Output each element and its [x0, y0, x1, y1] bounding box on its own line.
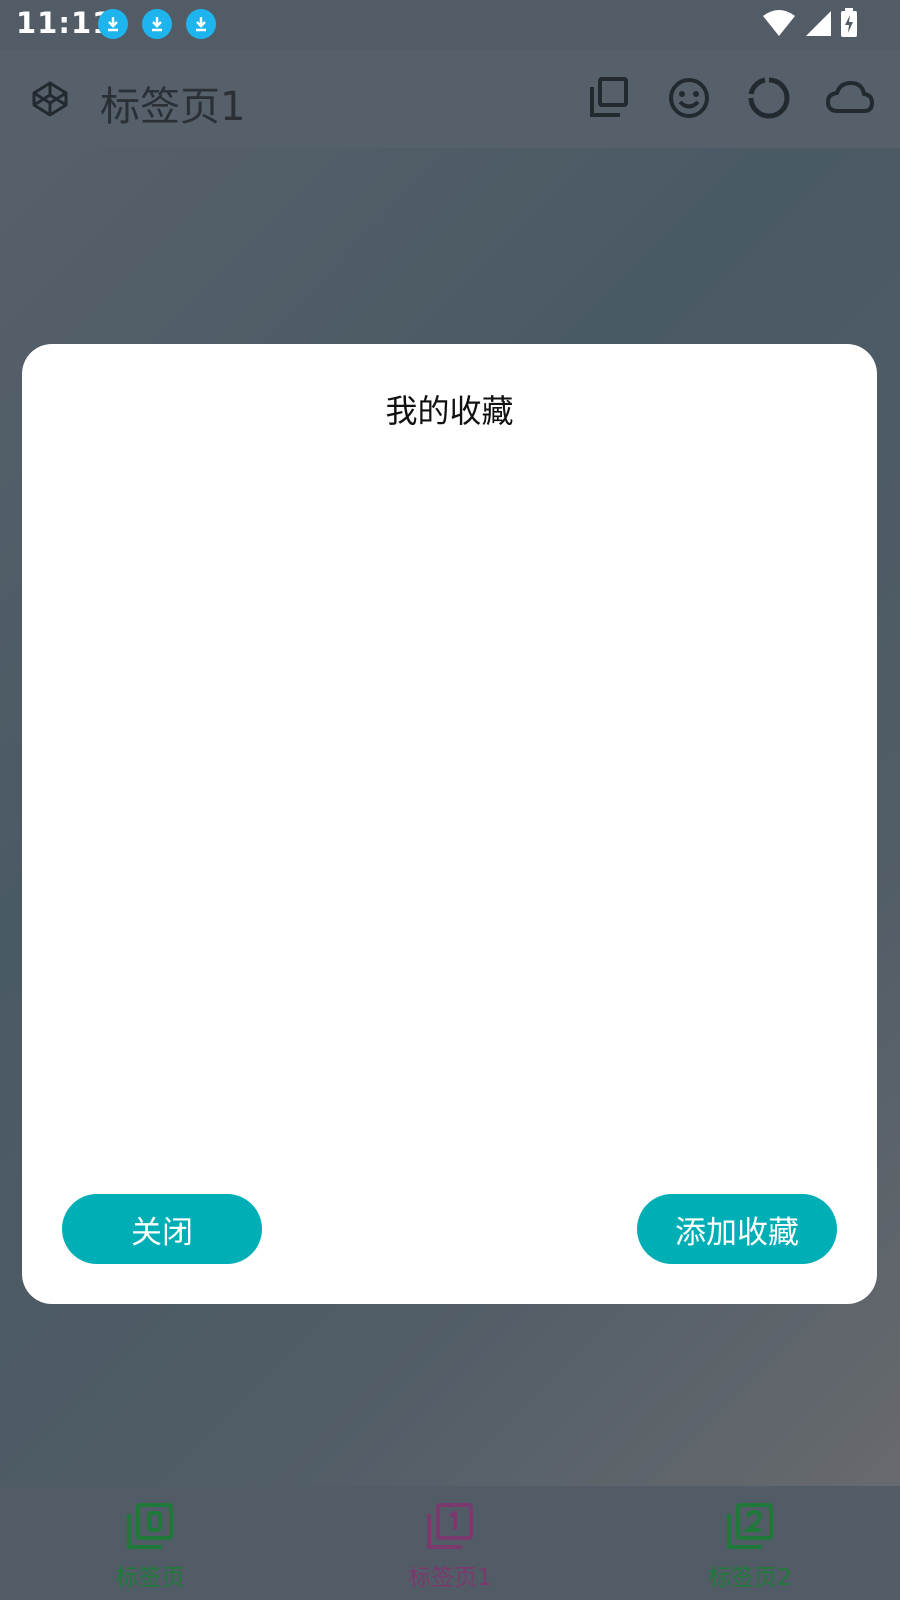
- screen: 11:11 标签页1 我的收藏 关闭 添加收藏 标签页 标签页1 标签页2: [0, 0, 900, 1600]
- wifi-icon: [763, 10, 795, 36]
- nav-label: 标签页: [115, 1565, 185, 1591]
- codepen-icon[interactable]: [30, 79, 70, 119]
- download-icon: [142, 9, 172, 39]
- nav-label: 标签页2: [708, 1565, 792, 1591]
- download-icon: [186, 9, 216, 39]
- favorites-dialog: 我的收藏 关闭 添加收藏: [22, 344, 877, 1304]
- battery-charging-icon: [841, 8, 857, 37]
- nav-tab-1[interactable]: 标签页1: [300, 1486, 600, 1600]
- nav-tab-2[interactable]: 标签页2: [600, 1486, 900, 1600]
- app-toolbar: 标签页1: [0, 50, 900, 148]
- copy-icon[interactable]: [586, 75, 632, 121]
- page-title: 标签页1: [100, 84, 246, 130]
- status-bar: 11:11: [0, 0, 900, 50]
- close-button[interactable]: 关闭: [62, 1194, 262, 1264]
- add-favorite-button[interactable]: 添加收藏: [637, 1194, 837, 1264]
- nav-label: 标签页1: [408, 1565, 492, 1591]
- status-indicators: [762, 8, 860, 38]
- filter-1-icon: [427, 1503, 473, 1549]
- loading-ring-icon[interactable]: [746, 75, 792, 121]
- smile-icon[interactable]: [666, 75, 712, 121]
- filter-2-icon: [727, 1503, 773, 1549]
- favorites-list: [22, 454, 877, 1174]
- cloud-icon[interactable]: [824, 75, 876, 121]
- dialog-title: 我的收藏: [385, 392, 514, 430]
- cell-signal-icon: [806, 11, 831, 36]
- download-icon: [98, 9, 128, 39]
- filter-0-icon: [127, 1503, 173, 1549]
- bottom-navigation: 标签页 标签页1 标签页2: [0, 1486, 900, 1600]
- nav-tab-0[interactable]: 标签页: [0, 1486, 300, 1600]
